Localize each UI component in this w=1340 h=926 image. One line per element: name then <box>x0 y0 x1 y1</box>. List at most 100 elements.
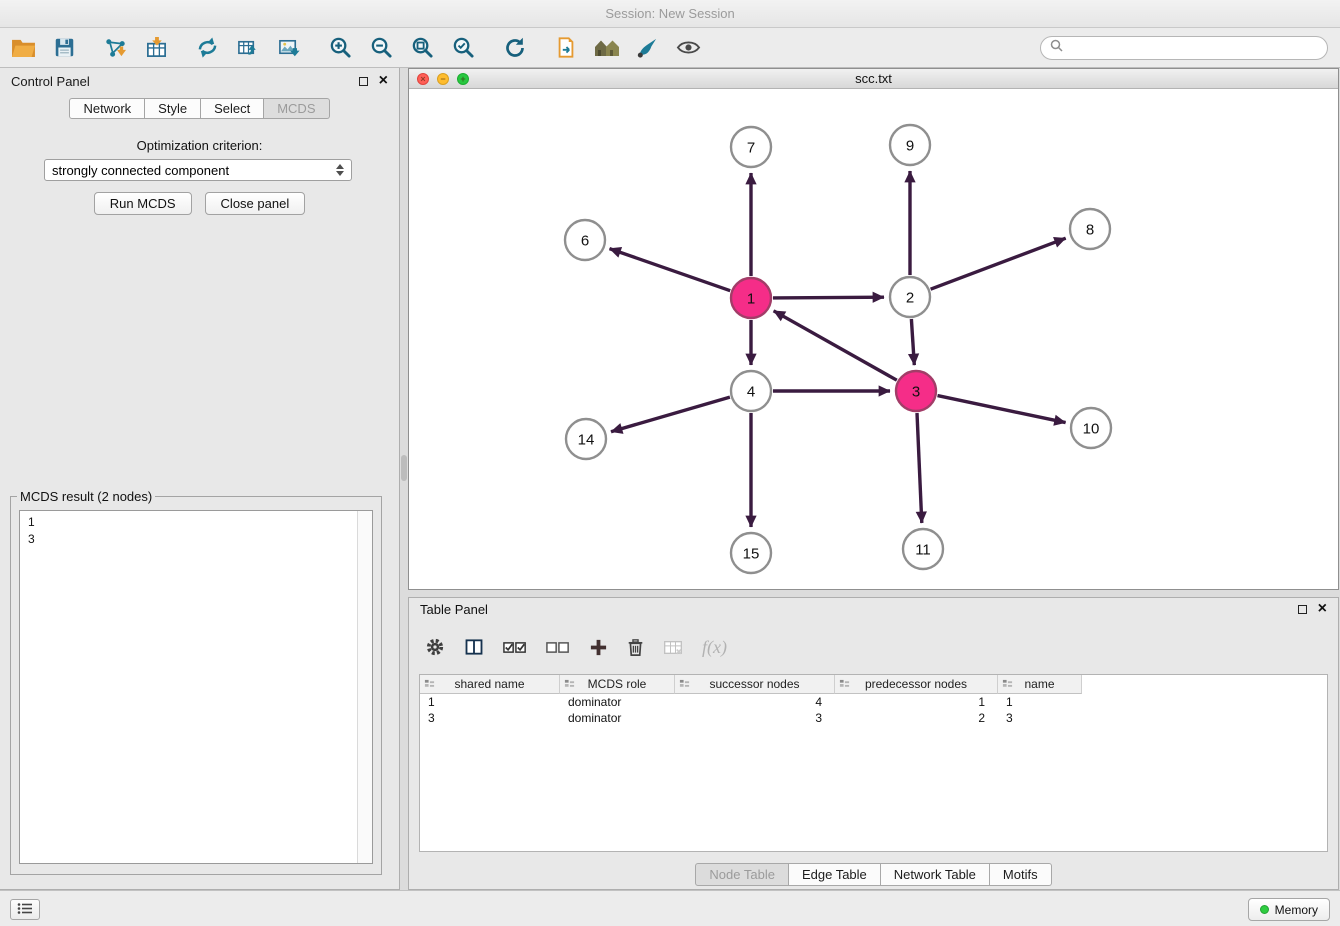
column-header-shared-name[interactable]: shared name <box>420 675 560 694</box>
graph-edge-1-2[interactable] <box>773 297 884 298</box>
tab-mcds[interactable]: MCDS <box>264 98 329 119</box>
close-panel-button[interactable]: Close panel <box>205 192 306 215</box>
export-image-icon[interactable] <box>276 34 303 61</box>
float-panel-icon[interactable] <box>359 77 368 86</box>
optimization-select[interactable]: strongly connected component <box>44 159 352 181</box>
result-scrollbar[interactable] <box>357 511 372 863</box>
svg-text:6: 6 <box>581 232 589 249</box>
open-session-icon[interactable] <box>10 34 37 61</box>
table-cell[interactable]: 3 <box>675 711 835 725</box>
memory-label: Memory <box>1275 903 1318 917</box>
graph-node-10[interactable]: 10 <box>1071 408 1111 448</box>
import-network-icon[interactable] <box>102 34 129 61</box>
float-table-panel-icon[interactable] <box>1298 605 1307 614</box>
svg-text:15: 15 <box>743 545 760 562</box>
table-settings-icon[interactable] <box>425 637 445 657</box>
application-window: Session: New Session Control Panel × Net… <box>0 0 1340 926</box>
memory-status-dot <box>1260 905 1269 914</box>
svg-text:11: 11 <box>915 541 931 558</box>
tab-node-table[interactable]: Node Table <box>695 863 789 886</box>
tab-motifs[interactable]: Motifs <box>990 863 1052 886</box>
table-cell[interactable]: 1 <box>998 695 1082 709</box>
export-document-icon[interactable] <box>552 34 579 61</box>
graph-node-6[interactable]: 6 <box>565 220 605 260</box>
run-mcds-button[interactable]: Run MCDS <box>94 192 192 215</box>
graph-edge-4-14[interactable] <box>611 397 730 432</box>
zoom-in-icon[interactable] <box>327 34 354 61</box>
column-header-predecessor-nodes[interactable]: predecessor nodes <box>835 675 998 694</box>
optimization-selected-value: strongly connected component <box>52 163 229 178</box>
show-columns-icon[interactable] <box>464 637 484 657</box>
graph-node-15[interactable]: 15 <box>731 533 771 573</box>
graph-edge-3-1[interactable] <box>774 311 897 380</box>
graph-node-9[interactable]: 9 <box>890 125 930 165</box>
graph-node-3[interactable]: 3 <box>896 371 936 411</box>
column-header-label: MCDS role <box>588 677 647 691</box>
table-cell[interactable]: dominator <box>560 695 675 709</box>
graph-edge-1-6[interactable] <box>610 249 731 291</box>
close-window-button[interactable]: × <box>417 73 429 85</box>
table-cell[interactable]: 2 <box>835 711 998 725</box>
table-cell[interactable]: 3 <box>998 711 1082 725</box>
main-toolbar <box>0 28 1340 68</box>
mcds-result-area: 1 3 <box>19 510 373 864</box>
save-session-icon[interactable] <box>51 34 78 61</box>
graph-edge-3-10[interactable] <box>938 396 1066 423</box>
network-analyzer-icon[interactable] <box>593 34 620 61</box>
graph-edge-2-8[interactable] <box>931 238 1066 289</box>
graph-node-11[interactable]: 11 <box>903 529 943 569</box>
zoom-fit-icon[interactable] <box>409 34 436 61</box>
column-sort-icon <box>839 679 850 693</box>
graph-node-8[interactable]: 8 <box>1070 209 1110 249</box>
tab-style[interactable]: Style <box>145 98 201 119</box>
tab-network[interactable]: Network <box>69 98 145 119</box>
export-network-icon[interactable] <box>194 34 221 61</box>
select-all-icon[interactable] <box>503 640 527 655</box>
svg-text:14: 14 <box>578 431 595 448</box>
graph-node-4[interactable]: 4 <box>731 371 771 411</box>
tab-network-table[interactable]: Network Table <box>881 863 990 886</box>
refresh-view-icon[interactable] <box>501 34 528 61</box>
zoom-window-button[interactable]: + <box>457 73 469 85</box>
show-graphics-icon[interactable] <box>675 34 702 61</box>
table-cell[interactable]: 3 <box>420 711 560 725</box>
table-cell[interactable]: 1 <box>420 695 560 709</box>
graph-node-14[interactable]: 14 <box>566 419 606 459</box>
network-canvas[interactable]: 7 9 6 8 1 2 4 3 14 10 15 11 <box>409 89 1338 589</box>
column-header-name[interactable]: name <box>998 675 1082 694</box>
search-input[interactable] <box>1069 41 1318 55</box>
graph-edge-2-3[interactable] <box>911 319 914 365</box>
graph-node-7[interactable]: 7 <box>731 127 771 167</box>
style-tool-icon[interactable] <box>634 34 661 61</box>
add-row-icon[interactable] <box>589 638 608 657</box>
tab-edge-table[interactable]: Edge Table <box>789 863 881 886</box>
column-header-successor-nodes[interactable]: successor nodes <box>675 675 835 694</box>
table-cell[interactable]: 1 <box>835 695 998 709</box>
table-cell[interactable]: 4 <box>675 695 835 709</box>
zoom-selected-icon[interactable] <box>450 34 477 61</box>
delete-rows-icon[interactable] <box>627 638 644 657</box>
tab-select[interactable]: Select <box>201 98 264 119</box>
export-table-icon[interactable] <box>235 34 262 61</box>
network-graph: 7 9 6 8 1 2 4 3 14 10 15 11 <box>409 89 1338 589</box>
table-cell[interactable]: dominator <box>560 711 675 725</box>
zoom-out-icon[interactable] <box>368 34 395 61</box>
close-table-panel-icon[interactable]: × <box>1318 601 1327 617</box>
minimize-window-button[interactable]: − <box>437 73 449 85</box>
task-history-button[interactable] <box>10 899 40 920</box>
column-header-mcds-role[interactable]: MCDS role <box>560 675 675 694</box>
graph-edge-3-11[interactable] <box>917 413 922 523</box>
import-table-icon[interactable] <box>143 34 170 61</box>
close-panel-icon[interactable]: × <box>379 73 388 89</box>
table-header-row: shared name MCDS role successor nodesprede… <box>420 675 1327 694</box>
table-row[interactable]: 1dominator411 <box>420 694 1327 710</box>
toolbar-group <box>10 34 78 61</box>
clear-selection-icon[interactable] <box>546 640 570 655</box>
graph-node-1[interactable]: 1 <box>731 278 771 318</box>
graph-node-2[interactable]: 2 <box>890 277 930 317</box>
search-box[interactable] <box>1040 36 1328 60</box>
memory-button[interactable]: Memory <box>1248 898 1330 921</box>
main-toolbar-icons <box>0 34 726 61</box>
vertical-splitter-handle[interactable] <box>401 455 407 481</box>
table-row[interactable]: 3dominator323 <box>420 710 1327 726</box>
